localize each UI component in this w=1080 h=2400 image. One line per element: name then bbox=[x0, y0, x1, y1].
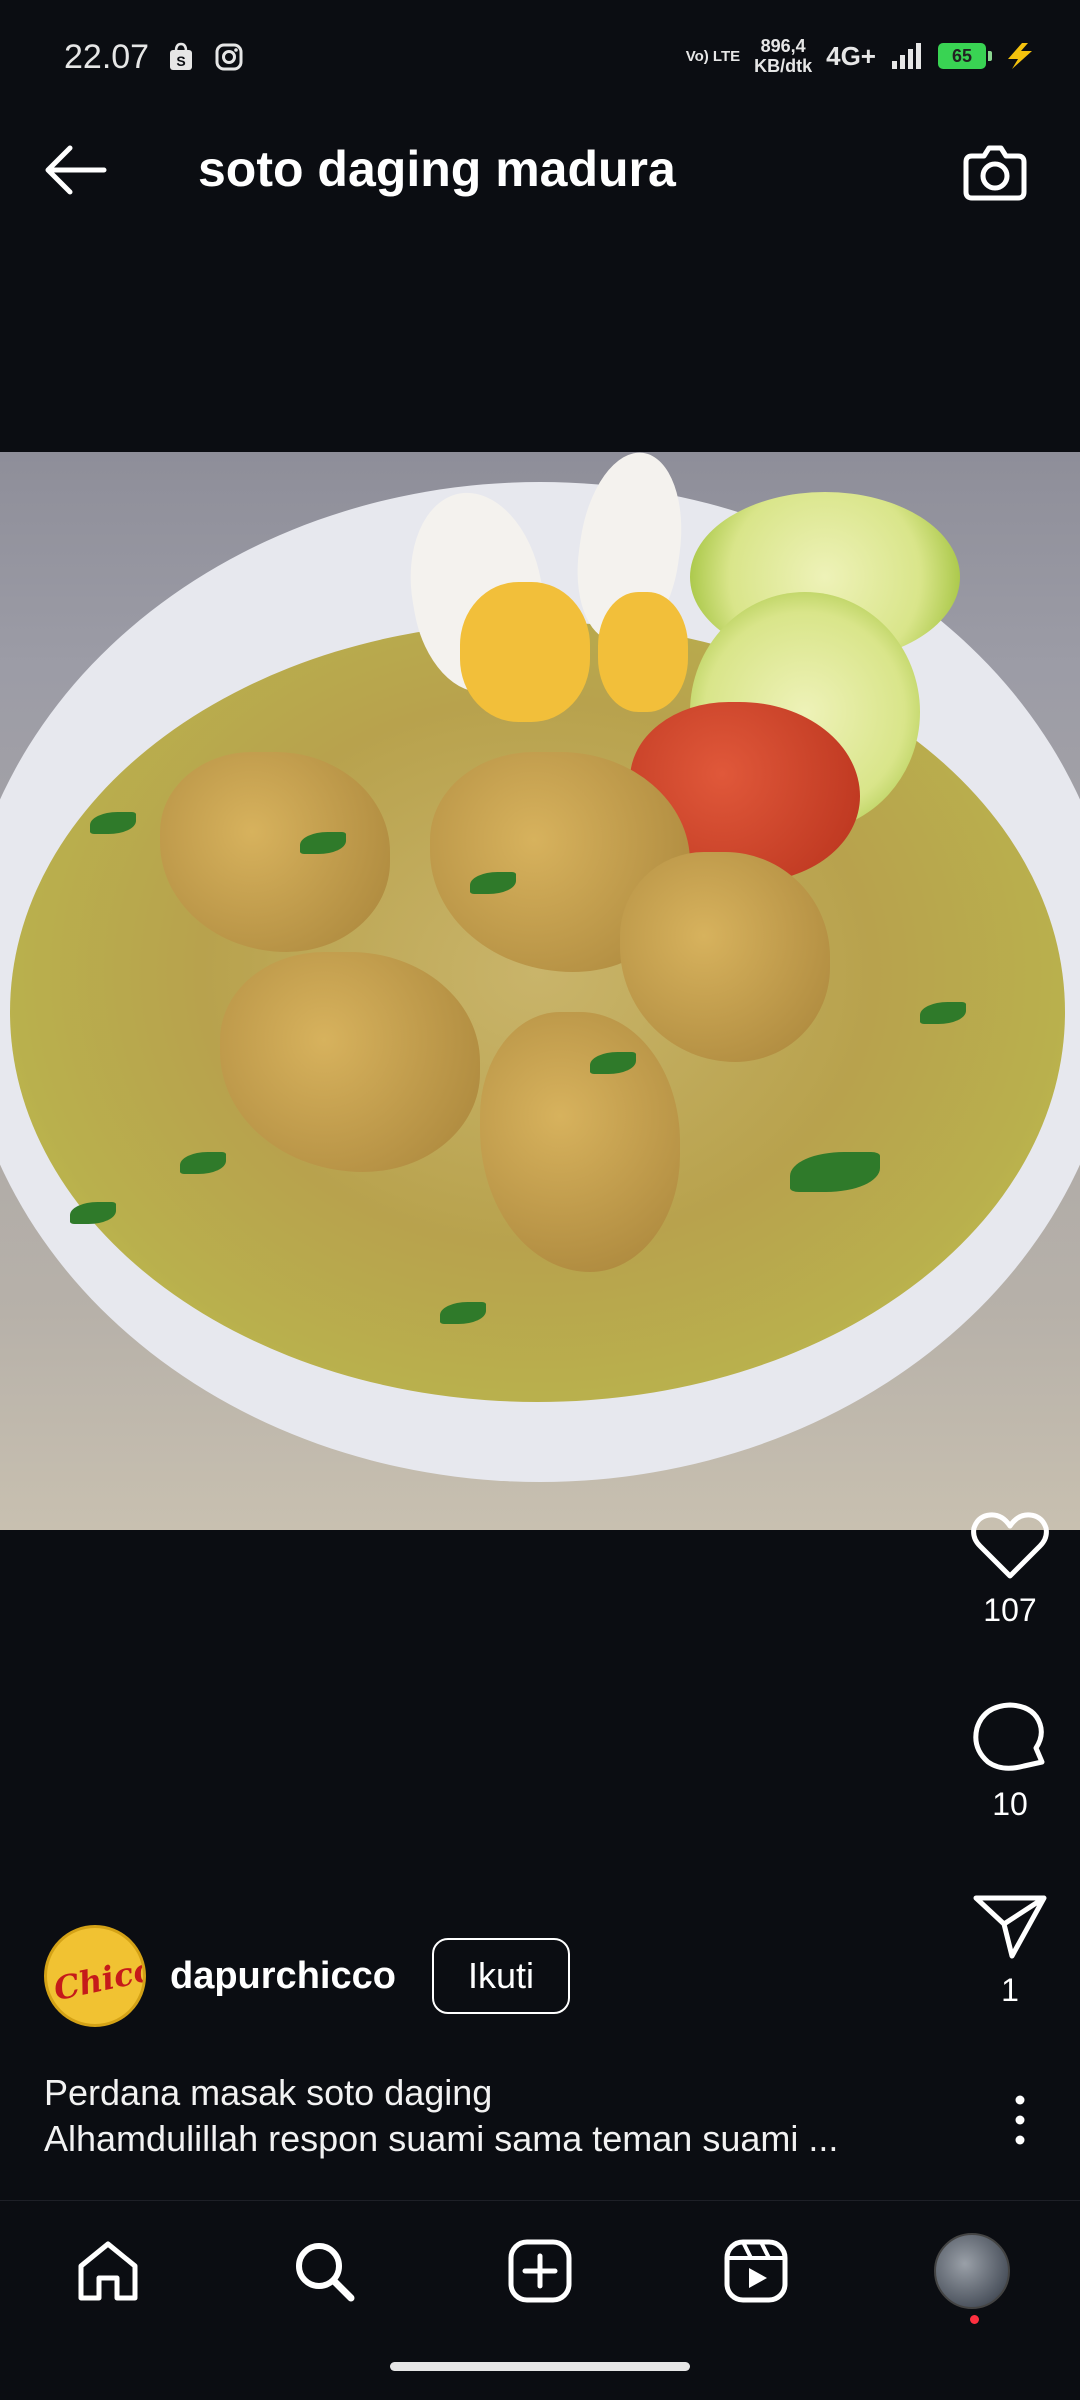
nav-home[interactable] bbox=[68, 2231, 148, 2311]
instagram-icon bbox=[215, 43, 243, 71]
comment-action: 10 bbox=[940, 1700, 1080, 1823]
send-icon[interactable] bbox=[970, 1890, 1050, 1962]
comment-count: 10 bbox=[992, 1786, 1028, 1822]
status-indicators: Vo) LTE 896,4 KB/dtk 4G+ 65 bbox=[686, 36, 1040, 76]
add-icon bbox=[508, 2239, 572, 2303]
shopee-icon: S bbox=[170, 42, 192, 70]
more-vertical-icon[interactable] bbox=[1000, 2090, 1040, 2150]
page-title: soto daging madura bbox=[198, 141, 676, 197]
network-type: 4G+ bbox=[826, 40, 876, 71]
egg-yolk bbox=[460, 582, 590, 722]
net-speed: 896,4 KB/dtk bbox=[754, 36, 812, 76]
share-count: 1 bbox=[1001, 1972, 1019, 2008]
caption-line-2: Alhamdulillah respon suami sama teman su… bbox=[44, 2118, 839, 2159]
signal-icon bbox=[892, 43, 921, 69]
search-icon bbox=[296, 2243, 355, 2302]
post-caption[interactable]: Perdana masak soto daging Alhamdulillah … bbox=[44, 2070, 914, 2162]
author-avatar[interactable]: Chicco bbox=[44, 1925, 146, 2027]
avatar-logo-text: Chicco bbox=[50, 1945, 146, 2009]
arrow-left-icon[interactable] bbox=[40, 140, 110, 200]
post-image[interactable] bbox=[0, 452, 1080, 1530]
nav-search[interactable] bbox=[284, 2231, 364, 2311]
notification-dot bbox=[970, 2315, 979, 2324]
camera-icon[interactable] bbox=[960, 136, 1030, 206]
top-bar: soto daging madura bbox=[0, 120, 1080, 220]
follow-button[interactable]: Ikuti bbox=[431, 1938, 570, 2014]
home-icon bbox=[78, 2241, 138, 2301]
like-count: 107 bbox=[983, 1592, 1037, 1628]
home-indicator[interactable] bbox=[390, 2362, 690, 2371]
battery-indicator: 65 bbox=[938, 43, 992, 69]
net-speed-unit: KB/dtk bbox=[754, 56, 813, 76]
status-bar: 22.07 S Vo) LTE 896,4 KB/dtk 4G+ 65 bbox=[0, 0, 1080, 92]
caption-line-1: Perdana masak soto daging bbox=[44, 2072, 493, 2113]
author-username[interactable]: dapurchicco bbox=[170, 1955, 396, 1998]
bottom-navigation bbox=[0, 2200, 1080, 2341]
charging-icon bbox=[1008, 43, 1032, 69]
egg-yolk bbox=[598, 592, 688, 712]
heart-icon[interactable] bbox=[970, 1510, 1050, 1582]
like-action: 107 bbox=[940, 1510, 1080, 1629]
net-speed-value: 896,4 bbox=[760, 36, 806, 56]
status-time: 22.07 bbox=[64, 38, 150, 76]
author-row: Chicco dapurchicco Ikuti bbox=[44, 1925, 570, 2027]
nav-reels[interactable] bbox=[716, 2231, 796, 2311]
svg-text:S: S bbox=[176, 53, 185, 69]
nav-profile[interactable] bbox=[932, 2231, 1012, 2324]
comment-icon[interactable] bbox=[970, 1700, 1050, 1776]
profile-avatar bbox=[934, 2233, 1010, 2309]
share-action: 1 bbox=[940, 1890, 1080, 2009]
nav-create[interactable] bbox=[500, 2231, 580, 2311]
volte-indicator: Vo) LTE bbox=[685, 47, 741, 65]
reels-icon bbox=[724, 2239, 788, 2303]
